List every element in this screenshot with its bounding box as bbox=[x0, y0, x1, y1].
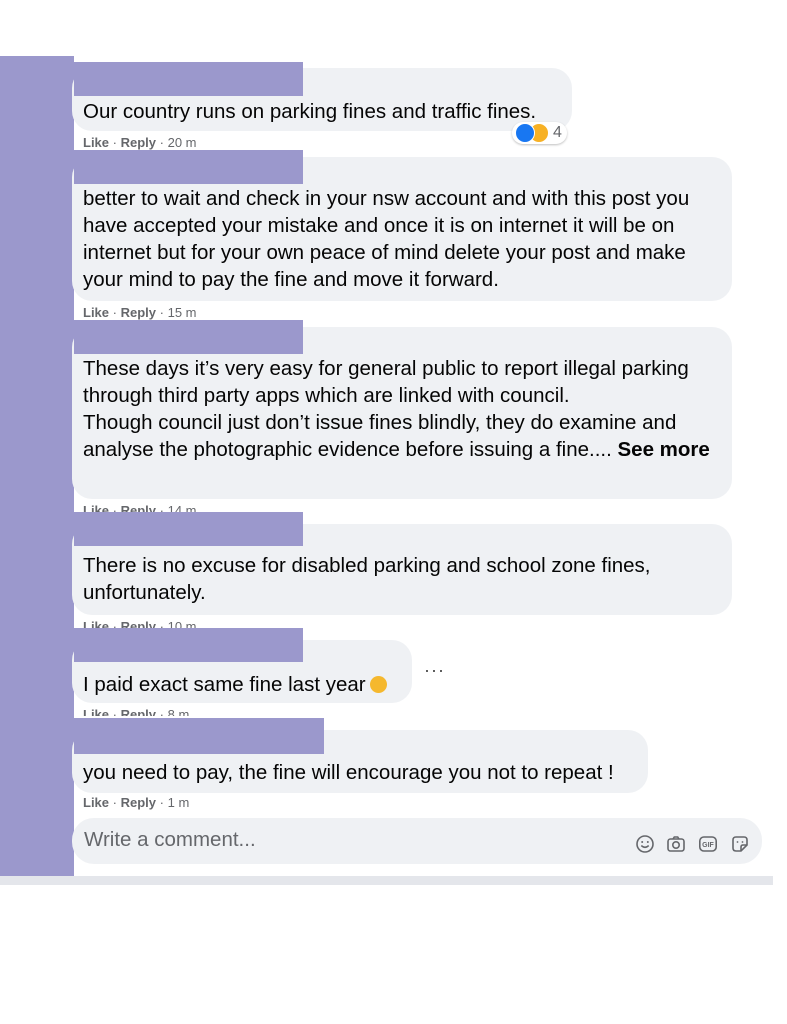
sticker-icon[interactable] bbox=[730, 834, 750, 854]
like-link[interactable]: Like bbox=[83, 707, 109, 716]
timestamp[interactable]: 8 m bbox=[168, 707, 190, 716]
separator: · bbox=[159, 707, 164, 716]
like-link[interactable]: Like bbox=[83, 503, 109, 512]
comment-actions: Like · Reply · 15 m bbox=[83, 305, 197, 321]
camera-icon[interactable] bbox=[666, 834, 686, 854]
like-link[interactable]: Like bbox=[83, 135, 109, 150]
comment-text: better to wait and check in your nsw acc… bbox=[83, 187, 690, 291]
comment-input-placeholder: Write a comment... bbox=[84, 828, 256, 851]
redacted-commenter-name bbox=[74, 628, 303, 662]
smile-icon[interactable] bbox=[635, 834, 655, 854]
timestamp[interactable]: 1 m bbox=[168, 795, 190, 810]
comment-text: These days it’s very easy for general pu… bbox=[83, 357, 689, 407]
separator: · bbox=[112, 619, 117, 628]
redacted-avatars-column bbox=[0, 56, 74, 880]
separator: · bbox=[112, 305, 117, 320]
timestamp[interactable]: 10 m bbox=[168, 619, 197, 628]
comment-text: Though council just don’t issue fines bl… bbox=[83, 411, 677, 461]
comment-actions: Like · Reply · 14 m bbox=[83, 503, 197, 512]
redacted-commenter-name bbox=[74, 150, 303, 184]
comment-text: There is no excuse for disabled parking … bbox=[83, 554, 651, 604]
reply-link[interactable]: Reply bbox=[121, 619, 156, 628]
redacted-commenter-name bbox=[74, 320, 303, 354]
redacted-commenter-name bbox=[74, 62, 303, 96]
reaction-count: 4 bbox=[553, 124, 562, 141]
gif-label: GIF bbox=[702, 842, 714, 849]
like-link[interactable]: Like bbox=[83, 305, 109, 320]
reactions-badge[interactable]: 4 bbox=[512, 122, 567, 144]
separator: · bbox=[112, 503, 117, 512]
separator: · bbox=[159, 503, 164, 512]
timestamp[interactable]: 15 m bbox=[168, 305, 197, 320]
comment-input[interactable]: Write a comment... GIF bbox=[72, 818, 762, 864]
see-more-link[interactable]: See more bbox=[618, 438, 710, 461]
sad-face-emoji-icon bbox=[369, 676, 387, 693]
comment-actions: Like · Reply · 10 m bbox=[83, 619, 197, 628]
like-link[interactable]: Like bbox=[83, 795, 109, 810]
comment-actions: Like · Reply · 20 m bbox=[83, 135, 197, 151]
separator: · bbox=[112, 135, 117, 150]
comment-text: Our country runs on parking fines and tr… bbox=[83, 100, 537, 123]
timestamp[interactable]: 20 m bbox=[168, 135, 197, 150]
timestamp[interactable]: 14 m bbox=[168, 503, 197, 512]
reply-link[interactable]: Reply bbox=[121, 503, 156, 512]
reply-link[interactable]: Reply bbox=[121, 305, 156, 320]
reply-link[interactable]: Reply bbox=[121, 795, 156, 810]
comment-text: I paid exact same fine last year bbox=[83, 673, 366, 696]
like-reaction-icon bbox=[515, 123, 535, 143]
redacted-commenter-name bbox=[74, 718, 324, 754]
gif-icon[interactable]: GIF bbox=[698, 834, 718, 854]
separator: · bbox=[159, 619, 164, 628]
separator: · bbox=[159, 795, 164, 810]
separator: · bbox=[112, 707, 117, 716]
redacted-commenter-name bbox=[74, 512, 303, 546]
more-options-icon[interactable]: ··· bbox=[424, 660, 445, 681]
separator: · bbox=[112, 795, 117, 810]
reply-link[interactable]: Reply bbox=[121, 707, 156, 716]
separator: · bbox=[159, 135, 164, 150]
comment-actions: Like · Reply · 8 m bbox=[83, 707, 189, 716]
like-link[interactable]: Like bbox=[83, 619, 109, 628]
comment-actions: Like · Reply · 1 m bbox=[83, 795, 189, 811]
comment-text: you need to pay, the fine will encourage… bbox=[83, 761, 614, 784]
section-divider bbox=[0, 876, 773, 885]
separator: · bbox=[159, 305, 164, 320]
reply-link[interactable]: Reply bbox=[121, 135, 156, 150]
